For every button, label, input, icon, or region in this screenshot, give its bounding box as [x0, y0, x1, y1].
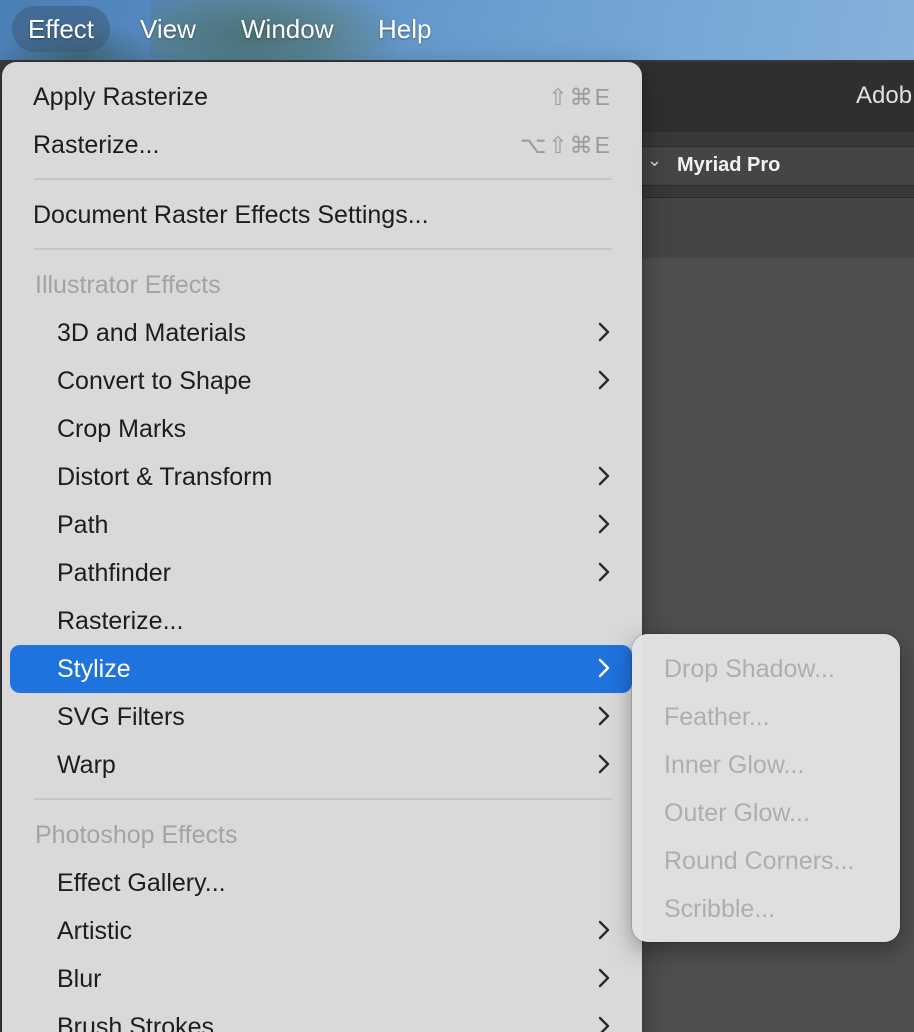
menubar-window[interactable]: Window — [225, 6, 349, 52]
shortcut-label: ⇧⌘E — [548, 83, 612, 110]
document-tab-bar — [640, 198, 914, 258]
menubar-view[interactable]: View — [124, 6, 212, 52]
chevron-right-icon — [596, 655, 612, 681]
menu-item-stylize[interactable]: Stylize — [10, 645, 632, 693]
menu-item-crop-marks[interactable]: Crop Marks — [10, 405, 632, 453]
menu-bar: Effect View Window Help — [0, 0, 914, 60]
chevron-right-icon — [596, 463, 612, 489]
menubar-help[interactable]: Help — [362, 6, 447, 52]
chevron-right-icon — [596, 367, 612, 393]
menu-item-label: Effect Gallery... — [57, 868, 226, 897]
menu-item-rasterize[interactable]: Rasterize... ⌥⇧⌘E — [10, 121, 632, 169]
chevron-right-icon — [596, 511, 612, 537]
menu-item-svg-filters[interactable]: SVG Filters — [10, 693, 632, 741]
font-family-value: Myriad Pro — [677, 154, 781, 176]
menu-item-label: 3D and Materials — [57, 318, 246, 347]
shortcut-label: ⌥⇧⌘E — [519, 131, 612, 158]
menu-item-label: Document Raster Effects Settings... — [33, 200, 429, 229]
menu-item-label: Warp — [57, 750, 116, 779]
menu-item-distort-and-transform[interactable]: Distort & Transform — [10, 453, 632, 501]
stylize-submenu: Drop Shadow... Feather... Inner Glow... … — [632, 634, 900, 942]
chevron-right-icon — [596, 751, 612, 777]
menu-item-label: Distort & Transform — [57, 462, 273, 491]
menu-separator — [34, 178, 612, 180]
chevron-right-icon — [596, 559, 612, 585]
app-title: Adob — [856, 82, 913, 109]
menu-item-convert-to-shape[interactable]: Convert to Shape — [10, 357, 632, 405]
chevron-right-icon — [596, 319, 612, 345]
menu-item-rasterize-effect[interactable]: Rasterize... — [10, 597, 632, 645]
submenu-item-round-corners[interactable]: Round Corners... — [664, 837, 854, 885]
menu-separator — [34, 798, 612, 800]
chevron-right-icon — [596, 965, 612, 991]
section-header-illustrator-effects: Illustrator Effects — [35, 271, 221, 299]
section-header-photoshop-effects: Photoshop Effects — [35, 821, 238, 849]
submenu-item-inner-glow[interactable]: Inner Glow... — [664, 741, 804, 789]
menu-item-label: Artistic — [57, 916, 132, 945]
submenu-item-scribble[interactable]: Scribble... — [664, 885, 775, 933]
chevron-right-icon — [596, 1013, 612, 1032]
effect-menu: Apply Rasterize ⇧⌘E Rasterize... ⌥⇧⌘E Do… — [2, 62, 642, 1032]
menu-item-label: Blur — [57, 964, 102, 993]
menu-item-blur[interactable]: Blur — [10, 955, 632, 1003]
menu-item-label: Brush Strokes — [57, 1012, 215, 1032]
menu-item-label: Rasterize... — [57, 606, 184, 635]
menu-item-3d-and-materials[interactable]: 3D and Materials — [10, 309, 632, 357]
menu-item-label: Rasterize... — [33, 130, 160, 159]
menu-item-label: SVG Filters — [57, 702, 185, 731]
submenu-item-feather[interactable]: Feather... — [664, 693, 770, 741]
menu-item-label: Stylize — [57, 654, 131, 683]
submenu-item-outer-glow[interactable]: Outer Glow... — [664, 789, 810, 837]
menu-item-effect-gallery[interactable]: Effect Gallery... — [10, 859, 632, 907]
menu-separator — [34, 248, 612, 250]
menu-item-label: Path — [57, 510, 109, 539]
menu-item-label: Pathfinder — [57, 558, 171, 587]
menu-item-label: Convert to Shape — [57, 366, 252, 395]
menu-item-path[interactable]: Path — [10, 501, 632, 549]
menu-item-warp[interactable]: Warp — [10, 741, 632, 789]
menu-item-label: Apply Rasterize — [33, 82, 209, 111]
submenu-item-drop-shadow[interactable]: Drop Shadow... — [664, 645, 835, 693]
menu-item-apply-rasterize[interactable]: Apply Rasterize ⇧⌘E — [10, 73, 632, 121]
menu-item-label: Crop Marks — [57, 414, 187, 443]
menu-item-document-raster-effects-settings[interactable]: Document Raster Effects Settings... — [10, 191, 632, 239]
chevron-right-icon — [596, 703, 612, 729]
menu-item-brush-strokes[interactable]: Brush Strokes — [10, 1003, 632, 1032]
menu-item-pathfinder[interactable]: Pathfinder — [10, 549, 632, 597]
chevron-down-icon[interactable]: ⌄ — [647, 150, 662, 171]
menu-item-artistic[interactable]: Artistic — [10, 907, 632, 955]
chevron-right-icon — [596, 917, 612, 943]
menubar-effect[interactable]: Effect — [12, 6, 111, 52]
